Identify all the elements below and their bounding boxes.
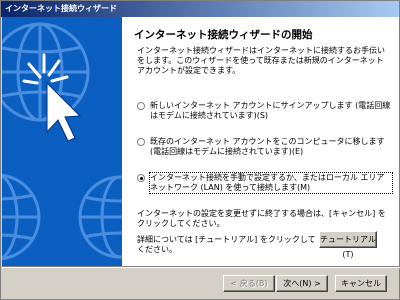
wizard-side-panel — [2, 17, 122, 266]
tutorial-note: 詳細については [チュートリアル] をクリックしてください。 — [137, 235, 316, 254]
option-transfer[interactable]: 既存のインターネット アカウントをこのコンピュータに移します (電話回線はモデム… — [137, 137, 393, 159]
back-button[interactable]: < 戻る(B) — [223, 275, 275, 292]
option-transfer-label: 既存のインターネット アカウントをこのコンピュータに移します (電話回線はモデム… — [150, 137, 385, 156]
radio-selected-dot — [140, 177, 143, 180]
radio-manual[interactable] — [137, 174, 145, 182]
page-heading: インターネット接続ウィザードの開始 — [134, 29, 313, 41]
radio-signup[interactable] — [137, 102, 145, 110]
option-signup-label: 新しいインターネット アカウントにサインアップします (電話回線はモデムに接続さ… — [150, 101, 391, 120]
option-signup[interactable]: 新しいインターネット アカウントにサインアップします (電話回線はモデムに接続さ… — [137, 101, 393, 123]
footer-separator — [2, 266, 400, 268]
wizard-content: インターネット接続ウィザードの開始 インターネット接続ウィザードはインターネット… — [122, 17, 399, 266]
title-bar[interactable]: インターネット接続ウィザード — [1, 1, 399, 17]
window-title: インターネット接続ウィザード — [5, 4, 117, 13]
intro-text: インターネット接続ウィザードはインターネットに接続するお手伝いをします。このウィ… — [137, 46, 385, 75]
wizard-window: インターネット接続ウィザード インターネット接続ウィザードの開始 インターネット… — [0, 0, 400, 300]
next-button[interactable]: 次へ(N) > — [276, 275, 328, 292]
option-manual-label: インターネット接続を手動で設定するか、またはローカル エリア ネットワーク (L… — [149, 172, 393, 194]
cancel-button[interactable]: キャンセル — [335, 275, 387, 292]
radio-transfer[interactable] — [137, 138, 145, 146]
cancel-note: インターネットの設定を変更せずに終了する場合は、[キャンセル] をクリックしてく… — [137, 209, 386, 228]
option-manual[interactable]: インターネット接続を手動で設定するか、またはローカル エリア ネットワーク (L… — [137, 172, 393, 195]
tutorial-button[interactable]: チュートリアル(T) — [319, 231, 377, 259]
globe-cursor-illustration — [2, 22, 122, 261]
